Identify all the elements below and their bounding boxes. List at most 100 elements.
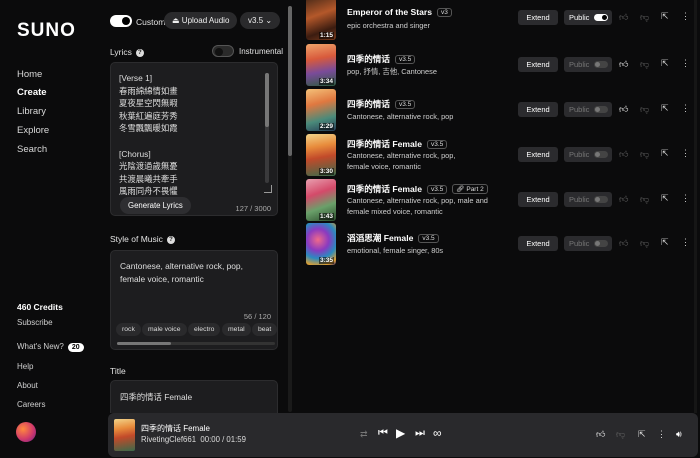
nav-explore[interactable]: Explore — [17, 125, 49, 136]
public-toggle[interactable]: Public — [564, 57, 612, 72]
song-cover[interactable]: 2:29 — [306, 89, 336, 131]
list-scrollbar[interactable] — [694, 0, 697, 413]
public-toggle[interactable]: Public — [564, 10, 612, 25]
thumbs-down-icon[interactable]: 👎︎ — [616, 429, 625, 440]
mini-toggle-switch[interactable] — [594, 196, 608, 203]
subscribe-link[interactable]: Subscribe — [17, 318, 53, 327]
share-icon[interactable]: ⇱ — [661, 193, 669, 204]
nav-search[interactable]: Search — [17, 144, 47, 155]
mini-toggle-switch[interactable] — [594, 14, 608, 21]
extend-button[interactable]: Extend — [518, 147, 558, 162]
song-cover[interactable]: 3:35 — [306, 223, 336, 265]
whats-new-link[interactable]: What's New? 20 — [17, 342, 84, 352]
thumbs-down-icon[interactable]: 👎︎ — [640, 238, 649, 249]
more-icon[interactable]: ⋮ — [681, 237, 690, 248]
nav-create[interactable]: Create — [17, 87, 47, 98]
user-avatar[interactable] — [16, 422, 36, 442]
song-title[interactable]: 四季的情话 Female v3.5 — [347, 138, 448, 150]
custom-toggle[interactable] — [110, 15, 132, 27]
thumbs-up-icon[interactable]: 👍︎ — [619, 12, 628, 23]
song-row[interactable]: 3:30 四季的情话 Female v3.5 Cantonese, alterna… — [306, 134, 694, 176]
player-cover[interactable] — [114, 419, 135, 451]
help-icon[interactable]: ? — [135, 49, 144, 57]
song-cover[interactable]: 3:30 — [306, 134, 336, 176]
extend-button[interactable]: Extend — [518, 10, 558, 25]
public-toggle[interactable]: Public — [564, 236, 612, 251]
title-input[interactable]: 四季的情话 Female — [110, 380, 278, 413]
scrollbar-thumb[interactable] — [265, 73, 269, 127]
mini-toggle-switch[interactable] — [594, 61, 608, 68]
style-tag[interactable]: beat — [252, 323, 278, 336]
tags-scrollbar[interactable] — [117, 342, 275, 345]
lyrics-scrollbar[interactable] — [265, 73, 269, 183]
suno-logo[interactable]: SUNO — [17, 20, 76, 42]
shuffle-icon[interactable]: ⇄ — [360, 429, 368, 440]
more-icon[interactable]: ⋮ — [681, 103, 690, 114]
player-artist[interactable]: RivetingClef661 — [141, 435, 196, 444]
song-title[interactable]: 四季的情话 Female v3.5 🔗︎ Part 2 — [347, 183, 488, 195]
resize-handle-icon[interactable] — [264, 185, 272, 193]
song-row[interactable]: 3:35 滔滔思潮 Female v3.5 emotional, female s… — [306, 223, 694, 265]
version-select[interactable]: v3.5 ⌄ — [240, 12, 281, 29]
mini-toggle-switch[interactable] — [594, 240, 608, 247]
mini-toggle-switch[interactable] — [594, 151, 608, 158]
lyrics-textarea[interactable]: [Verse 1] 春雨綿綿情如畫 夏夜星空閃無暇 秋葉紅遍庭芳秀 冬雪飄飄暖如… — [110, 62, 278, 216]
song-row[interactable]: 1:43 四季的情话 Female v3.5 🔗︎ Part 2 Cantonese… — [306, 179, 694, 221]
song-row[interactable]: 1:15 Emperor of the Stars v3 epic orchest… — [306, 0, 694, 40]
style-input[interactable]: Cantonese, alternative rock, pop, female… — [110, 250, 278, 350]
about-link[interactable]: About — [17, 381, 38, 390]
song-title-text[interactable]: 四季的情话 — [347, 54, 390, 64]
public-toggle[interactable]: Public — [564, 147, 612, 162]
upload-audio-button[interactable]: ⏏ Upload Audio — [164, 12, 238, 29]
help-link[interactable]: Help — [17, 362, 33, 371]
player-title[interactable]: 四季的情话 Female — [141, 423, 210, 434]
lyrics-text[interactable]: [Verse 1] 春雨綿綿情如畫 夏夜星空閃無暇 秋葉紅遍庭芳秀 冬雪飄飄暖如… — [119, 72, 261, 196]
style-tag[interactable]: rock — [116, 323, 141, 336]
song-title[interactable]: Emperor of the Stars v3 — [347, 7, 452, 17]
thumbs-down-icon[interactable]: 👎︎ — [640, 104, 649, 115]
share-icon[interactable]: ⇱ — [661, 103, 669, 114]
more-icon[interactable]: ⋮ — [681, 58, 690, 69]
public-toggle[interactable]: Public — [564, 192, 612, 207]
nav-home[interactable]: Home — [17, 69, 42, 80]
next-icon[interactable]: ⏭︎ — [415, 427, 425, 440]
public-toggle[interactable]: Public — [564, 102, 612, 117]
song-title-text[interactable]: 四季的情话 Female — [347, 139, 422, 149]
extend-button[interactable]: Extend — [518, 102, 558, 117]
thumbs-up-icon[interactable]: 👍︎ — [596, 429, 605, 440]
panel-scrollbar[interactable] — [288, 6, 292, 412]
song-cover[interactable]: 1:43 — [306, 179, 336, 221]
previous-icon[interactable]: ⏮︎ — [378, 427, 388, 440]
share-icon[interactable]: ⇱ — [661, 58, 669, 69]
song-title-text[interactable]: 四季的情话 Female — [347, 184, 422, 194]
scrollbar-thumb[interactable] — [288, 6, 292, 156]
scrollbar-thumb[interactable] — [117, 342, 171, 345]
song-row[interactable]: 2:29 四季的情话 v3.5 Cantonese, alternative ro… — [306, 89, 694, 131]
volume-icon[interactable]: 🔊︎ — [676, 429, 682, 440]
style-tag[interactable]: male voice — [142, 323, 187, 336]
generate-lyrics-button[interactable]: Generate Lyrics — [120, 197, 191, 214]
thumbs-down-icon[interactable]: 👎︎ — [640, 59, 649, 70]
more-icon[interactable]: ⋮ — [681, 148, 690, 159]
thumbs-down-icon[interactable]: 👎︎ — [640, 12, 649, 23]
song-title-text[interactable]: Emperor of the Stars — [347, 7, 432, 17]
share-icon[interactable]: ⇱ — [661, 237, 669, 248]
song-title[interactable]: 四季的情话 v3.5 — [347, 98, 416, 110]
careers-link[interactable]: Careers — [17, 400, 45, 409]
extend-button[interactable]: Extend — [518, 192, 558, 207]
share-icon[interactable]: ⇱ — [661, 148, 669, 159]
song-title[interactable]: 滔滔思潮 Female v3.5 — [347, 232, 439, 244]
loop-icon[interactable]: ∞ — [433, 426, 442, 440]
mini-toggle-switch[interactable] — [594, 106, 608, 113]
song-cover[interactable]: 1:15 — [306, 0, 336, 40]
thumbs-up-icon[interactable]: 👍︎ — [619, 149, 628, 160]
thumbs-down-icon[interactable]: 👎︎ — [640, 149, 649, 160]
song-row[interactable]: 3:34 四季的情话 v3.5 pop, 抒情, 吉他, Cantonese Ex… — [306, 44, 694, 86]
instrumental-toggle[interactable] — [212, 45, 234, 57]
style-text[interactable]: Cantonese, alternative rock, pop, female… — [120, 260, 270, 285]
thumbs-up-icon[interactable]: 👍︎ — [619, 59, 628, 70]
play-icon[interactable]: ▶︎ — [396, 426, 405, 440]
style-tag[interactable]: electro — [188, 323, 221, 336]
song-cover[interactable]: 3:34 — [306, 44, 336, 86]
extend-button[interactable]: Extend — [518, 236, 558, 251]
